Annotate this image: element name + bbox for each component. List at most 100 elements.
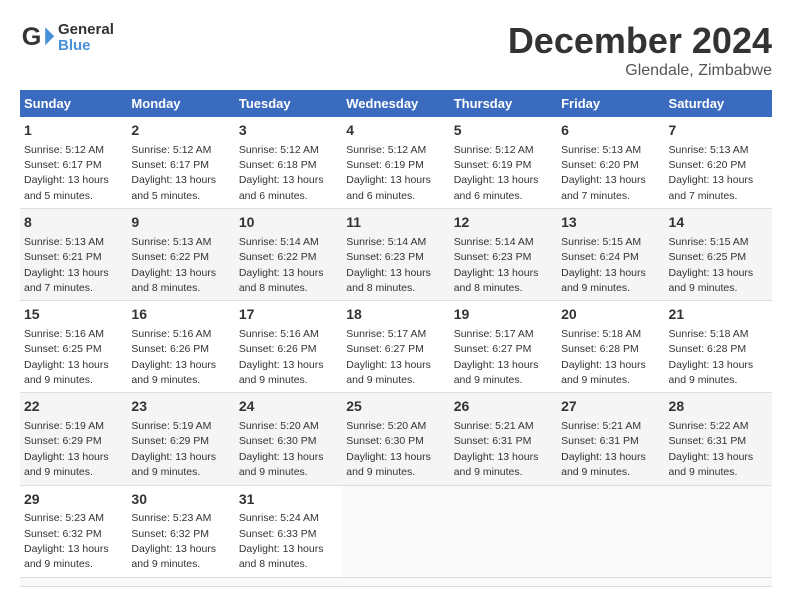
calendar-cell: 30 Sunrise: 5:23 AMSunset: 6:32 PMDaylig… — [127, 485, 234, 577]
day-info: Sunrise: 5:24 AMSunset: 6:33 PMDaylight:… — [239, 512, 324, 570]
calendar-cell — [20, 577, 127, 586]
calendar-cell — [665, 577, 772, 586]
calendar-week-row: 29 Sunrise: 5:23 AMSunset: 6:32 PMDaylig… — [20, 485, 772, 577]
day-number: 16 — [131, 305, 230, 325]
month-title: December 2024 — [508, 20, 772, 62]
day-info: Sunrise: 5:18 AMSunset: 6:28 PMDaylight:… — [669, 328, 754, 386]
calendar-cell: 10 Sunrise: 5:14 AMSunset: 6:22 PMDaylig… — [235, 209, 342, 301]
day-info: Sunrise: 5:12 AMSunset: 6:17 PMDaylight:… — [131, 144, 216, 202]
day-info: Sunrise: 5:16 AMSunset: 6:25 PMDaylight:… — [24, 328, 109, 386]
day-info: Sunrise: 5:21 AMSunset: 6:31 PMDaylight:… — [454, 420, 539, 478]
calendar-cell: 7 Sunrise: 5:13 AMSunset: 6:20 PMDayligh… — [665, 117, 772, 209]
day-number: 25 — [346, 397, 445, 417]
calendar-cell: 22 Sunrise: 5:19 AMSunset: 6:29 PMDaylig… — [20, 393, 127, 485]
day-info: Sunrise: 5:12 AMSunset: 6:19 PMDaylight:… — [346, 144, 431, 202]
calendar-cell — [450, 485, 557, 577]
day-number: 31 — [239, 490, 338, 510]
day-number: 15 — [24, 305, 123, 325]
day-number: 6 — [561, 121, 660, 141]
day-info: Sunrise: 5:13 AMSunset: 6:21 PMDaylight:… — [24, 236, 109, 294]
day-info: Sunrise: 5:19 AMSunset: 6:29 PMDaylight:… — [131, 420, 216, 478]
day-info: Sunrise: 5:13 AMSunset: 6:22 PMDaylight:… — [131, 236, 216, 294]
location: Glendale, Zimbabwe — [508, 62, 772, 80]
day-info: Sunrise: 5:14 AMSunset: 6:22 PMDaylight:… — [239, 236, 324, 294]
calendar-cell: 17 Sunrise: 5:16 AMSunset: 6:26 PMDaylig… — [235, 301, 342, 393]
day-number: 22 — [24, 397, 123, 417]
day-number: 30 — [131, 490, 230, 510]
calendar-table: Sunday Monday Tuesday Wednesday Thursday… — [20, 90, 772, 587]
calendar-cell: 14 Sunrise: 5:15 AMSunset: 6:25 PMDaylig… — [665, 209, 772, 301]
calendar-cell: 8 Sunrise: 5:13 AMSunset: 6:21 PMDayligh… — [20, 209, 127, 301]
day-number: 3 — [239, 121, 338, 141]
calendar-cell: 9 Sunrise: 5:13 AMSunset: 6:22 PMDayligh… — [127, 209, 234, 301]
day-number: 27 — [561, 397, 660, 417]
day-number: 24 — [239, 397, 338, 417]
calendar-week-row: 1 Sunrise: 5:12 AMSunset: 6:17 PMDayligh… — [20, 117, 772, 209]
calendar-week-row: 15 Sunrise: 5:16 AMSunset: 6:25 PMDaylig… — [20, 301, 772, 393]
day-number: 10 — [239, 213, 338, 233]
calendar-cell: 24 Sunrise: 5:20 AMSunset: 6:30 PMDaylig… — [235, 393, 342, 485]
logo: G General Blue — [20, 20, 114, 56]
calendar-cell: 19 Sunrise: 5:17 AMSunset: 6:27 PMDaylig… — [450, 301, 557, 393]
calendar-week-row: 22 Sunrise: 5:19 AMSunset: 6:29 PMDaylig… — [20, 393, 772, 485]
logo-icon: G — [20, 20, 56, 56]
day-number: 18 — [346, 305, 445, 325]
day-number: 5 — [454, 121, 553, 141]
calendar-cell: 13 Sunrise: 5:15 AMSunset: 6:24 PMDaylig… — [557, 209, 664, 301]
col-sunday: Sunday — [20, 90, 127, 117]
calendar-cell: 12 Sunrise: 5:14 AMSunset: 6:23 PMDaylig… — [450, 209, 557, 301]
day-info: Sunrise: 5:18 AMSunset: 6:28 PMDaylight:… — [561, 328, 646, 386]
calendar-cell: 11 Sunrise: 5:14 AMSunset: 6:23 PMDaylig… — [342, 209, 449, 301]
day-info: Sunrise: 5:13 AMSunset: 6:20 PMDaylight:… — [561, 144, 646, 202]
calendar-cell: 28 Sunrise: 5:22 AMSunset: 6:31 PMDaylig… — [665, 393, 772, 485]
day-info: Sunrise: 5:17 AMSunset: 6:27 PMDaylight:… — [454, 328, 539, 386]
day-number: 7 — [669, 121, 768, 141]
calendar-cell — [665, 485, 772, 577]
day-info: Sunrise: 5:15 AMSunset: 6:24 PMDaylight:… — [561, 236, 646, 294]
day-info: Sunrise: 5:12 AMSunset: 6:18 PMDaylight:… — [239, 144, 324, 202]
calendar-cell: 1 Sunrise: 5:12 AMSunset: 6:17 PMDayligh… — [20, 117, 127, 209]
day-number: 12 — [454, 213, 553, 233]
calendar-cell: 29 Sunrise: 5:23 AMSunset: 6:32 PMDaylig… — [20, 485, 127, 577]
day-info: Sunrise: 5:14 AMSunset: 6:23 PMDaylight:… — [454, 236, 539, 294]
day-info: Sunrise: 5:12 AMSunset: 6:19 PMDaylight:… — [454, 144, 539, 202]
calendar-cell: 18 Sunrise: 5:17 AMSunset: 6:27 PMDaylig… — [342, 301, 449, 393]
day-number: 4 — [346, 121, 445, 141]
day-number: 29 — [24, 490, 123, 510]
calendar-cell: 5 Sunrise: 5:12 AMSunset: 6:19 PMDayligh… — [450, 117, 557, 209]
calendar-week-row — [20, 577, 772, 586]
calendar-cell: 31 Sunrise: 5:24 AMSunset: 6:33 PMDaylig… — [235, 485, 342, 577]
day-number: 28 — [669, 397, 768, 417]
calendar-cell: 21 Sunrise: 5:18 AMSunset: 6:28 PMDaylig… — [665, 301, 772, 393]
day-info: Sunrise: 5:20 AMSunset: 6:30 PMDaylight:… — [346, 420, 431, 478]
calendar-header-row: Sunday Monday Tuesday Wednesday Thursday… — [20, 90, 772, 117]
calendar-cell: 27 Sunrise: 5:21 AMSunset: 6:31 PMDaylig… — [557, 393, 664, 485]
svg-text:G: G — [22, 23, 42, 51]
calendar-week-row: 8 Sunrise: 5:13 AMSunset: 6:21 PMDayligh… — [20, 209, 772, 301]
day-number: 23 — [131, 397, 230, 417]
day-info: Sunrise: 5:12 AMSunset: 6:17 PMDaylight:… — [24, 144, 109, 202]
day-info: Sunrise: 5:17 AMSunset: 6:27 PMDaylight:… — [346, 328, 431, 386]
calendar-cell: 25 Sunrise: 5:20 AMSunset: 6:30 PMDaylig… — [342, 393, 449, 485]
calendar-cell: 23 Sunrise: 5:19 AMSunset: 6:29 PMDaylig… — [127, 393, 234, 485]
day-info: Sunrise: 5:16 AMSunset: 6:26 PMDaylight:… — [239, 328, 324, 386]
calendar-cell — [557, 485, 664, 577]
day-info: Sunrise: 5:21 AMSunset: 6:31 PMDaylight:… — [561, 420, 646, 478]
calendar-cell: 2 Sunrise: 5:12 AMSunset: 6:17 PMDayligh… — [127, 117, 234, 209]
day-number: 14 — [669, 213, 768, 233]
calendar-cell: 4 Sunrise: 5:12 AMSunset: 6:19 PMDayligh… — [342, 117, 449, 209]
calendar-cell — [235, 577, 342, 586]
day-number: 8 — [24, 213, 123, 233]
calendar-cell: 16 Sunrise: 5:16 AMSunset: 6:26 PMDaylig… — [127, 301, 234, 393]
day-number: 26 — [454, 397, 553, 417]
day-info: Sunrise: 5:14 AMSunset: 6:23 PMDaylight:… — [346, 236, 431, 294]
page-header: G General Blue December 2024 Glendale, Z… — [20, 20, 772, 80]
col-monday: Monday — [127, 90, 234, 117]
calendar-cell — [450, 577, 557, 586]
calendar-cell: 20 Sunrise: 5:18 AMSunset: 6:28 PMDaylig… — [557, 301, 664, 393]
col-tuesday: Tuesday — [235, 90, 342, 117]
day-info: Sunrise: 5:23 AMSunset: 6:32 PMDaylight:… — [131, 512, 216, 570]
day-number: 13 — [561, 213, 660, 233]
day-number: 17 — [239, 305, 338, 325]
calendar-cell — [342, 577, 449, 586]
